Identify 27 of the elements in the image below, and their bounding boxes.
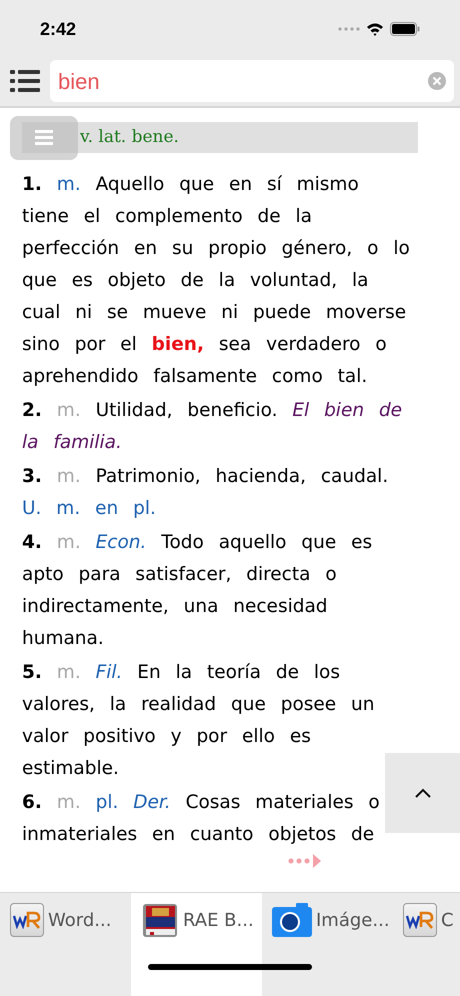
list-icon[interactable] [10,69,40,93]
definition-entry: 1. m. Aquello que en sí mismo tiene el complemento de la perfección en su propio género, o lo que es objeto de la voluntad, la cual ni se mueve ni puede moverse sino por el bien, sea verdadero o aprehendido falsamente como tal. [22,173,411,389]
app-tab[interactable]: Imáge... [262,893,393,996]
app-tab[interactable]: Word... [0,893,131,996]
etymology-text: v. lat. bene. [80,126,179,149]
scroll-up-button[interactable] [385,753,460,833]
wifi-icon [366,22,384,36]
menu-icon [35,130,53,146]
menu-button[interactable] [10,116,78,160]
wr-logo-icon [10,903,44,937]
app-tab[interactable]: C [393,893,460,996]
book-icon [141,903,179,939]
wr-logo-icon [403,903,437,937]
chevron-up-icon [414,788,430,798]
clear-icon[interactable] [428,72,446,90]
definition-entry: 5. m. Fil. En la teoría de los valores, la realidad que posee un valor positivo y por ello es estimable. [22,661,376,781]
search-field[interactable]: bien [50,60,454,102]
definition-entry: 3. m. Patrimonio, hacienda, caudal. U. m. en pl. [22,465,390,521]
definition-entry: 4. m. Econ. Todo aquello que es apto para satisfacer, directa o indirectamente, una necesidad humana. [22,531,374,651]
battery-icon [390,22,420,36]
definition-entry: 2. m. Utilidad, beneficio. El bien de la familia. [22,399,404,455]
status-time: 2:42 [40,18,76,40]
camera-icon [272,903,312,937]
app-tab[interactable]: RAE B... [131,893,262,996]
signal-icon [338,27,360,31]
dots-arrow-icon [288,854,322,868]
definition-entry: 6. m. pl. Der. Cosas materiales o inmateriales en cuanto objetos de [22,791,381,847]
